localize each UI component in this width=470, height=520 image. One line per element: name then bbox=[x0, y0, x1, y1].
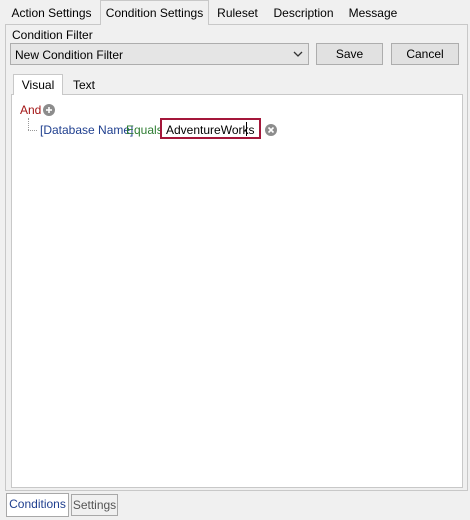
tab-message[interactable]: Message bbox=[341, 3, 405, 24]
tab-action-settings[interactable]: Action Settings bbox=[5, 3, 98, 24]
tab-visual[interactable]: Visual bbox=[13, 74, 63, 95]
tab-conditions[interactable]: Conditions bbox=[6, 493, 69, 517]
tab-settings[interactable]: Settings bbox=[71, 494, 118, 516]
condition-filter-label: Condition Filter bbox=[12, 28, 93, 42]
tab-description[interactable]: Description bbox=[267, 3, 340, 24]
tab-ruleset[interactable]: Ruleset bbox=[211, 3, 264, 24]
chevron-down-icon bbox=[292, 48, 304, 60]
condition-operator[interactable]: Equals bbox=[126, 123, 163, 137]
tree-connector-vertical bbox=[28, 118, 29, 130]
tab-text[interactable]: Text bbox=[63, 75, 105, 96]
condition-filter-value: New Condition Filter bbox=[15, 48, 124, 62]
condition-value-text: AdventureWorks bbox=[166, 123, 255, 137]
condition-filter-select[interactable]: New Condition Filter bbox=[10, 43, 309, 65]
tab-condition-settings[interactable]: Condition Settings bbox=[100, 0, 209, 25]
cancel-button[interactable]: Cancel bbox=[391, 43, 459, 65]
plus-circle-icon[interactable] bbox=[43, 104, 55, 116]
group-operator[interactable]: And bbox=[20, 103, 41, 117]
text-caret bbox=[246, 122, 247, 136]
visual-editor-pane bbox=[11, 94, 463, 488]
top-tab-strip: Action Settings Condition Settings Rules… bbox=[0, 0, 470, 25]
save-button[interactable]: Save bbox=[316, 43, 383, 65]
condition-value-input[interactable]: AdventureWorks bbox=[160, 118, 261, 139]
tree-connector-horizontal bbox=[28, 130, 37, 131]
condition-settings-window: Action Settings Condition Settings Rules… bbox=[0, 0, 470, 520]
x-circle-icon[interactable] bbox=[265, 124, 277, 136]
condition-field[interactable]: [Database Name] bbox=[40, 123, 133, 137]
